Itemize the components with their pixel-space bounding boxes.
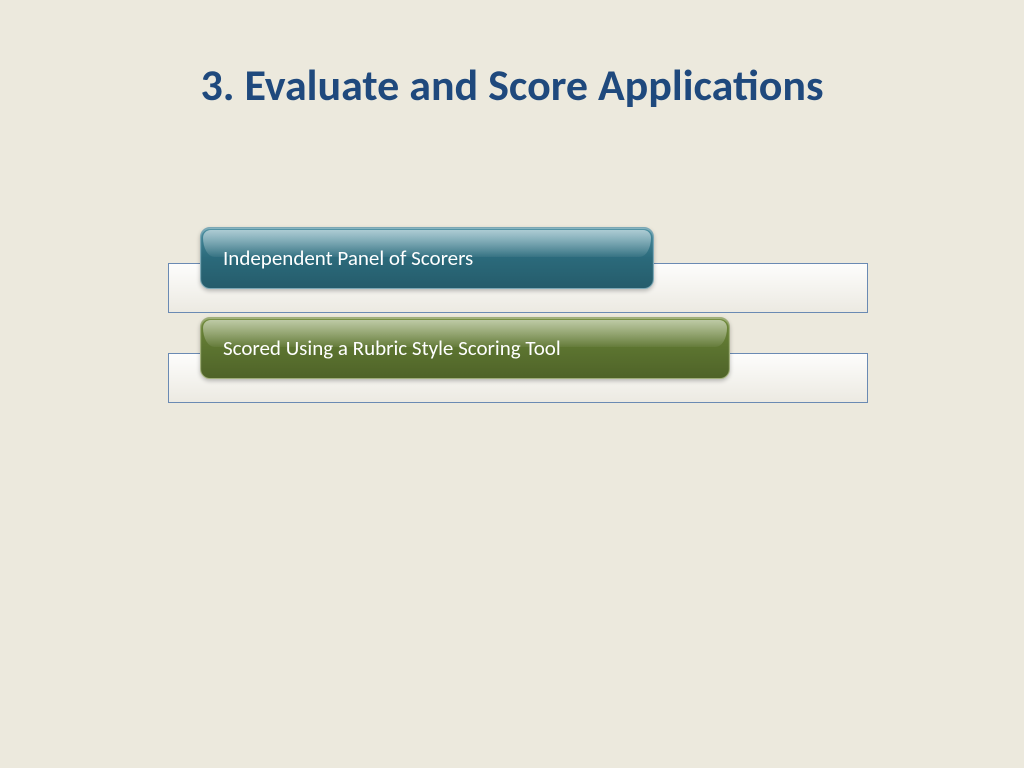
item-label: Scored Using a Rubric Style Scoring Tool xyxy=(223,335,561,361)
slide-title: 3. Evaluate and Score Applications xyxy=(0,0,1024,112)
item-box-scorers: Independent Panel of Scorers xyxy=(200,227,654,289)
item-label: Independent Panel of Scorers xyxy=(223,245,473,271)
item-box-rubric: Scored Using a Rubric Style Scoring Tool xyxy=(200,317,730,379)
content-area: Independent Panel of Scorers Scored Usin… xyxy=(168,227,868,407)
list-item: Independent Panel of Scorers xyxy=(168,227,868,317)
list-item: Scored Using a Rubric Style Scoring Tool xyxy=(168,317,868,407)
